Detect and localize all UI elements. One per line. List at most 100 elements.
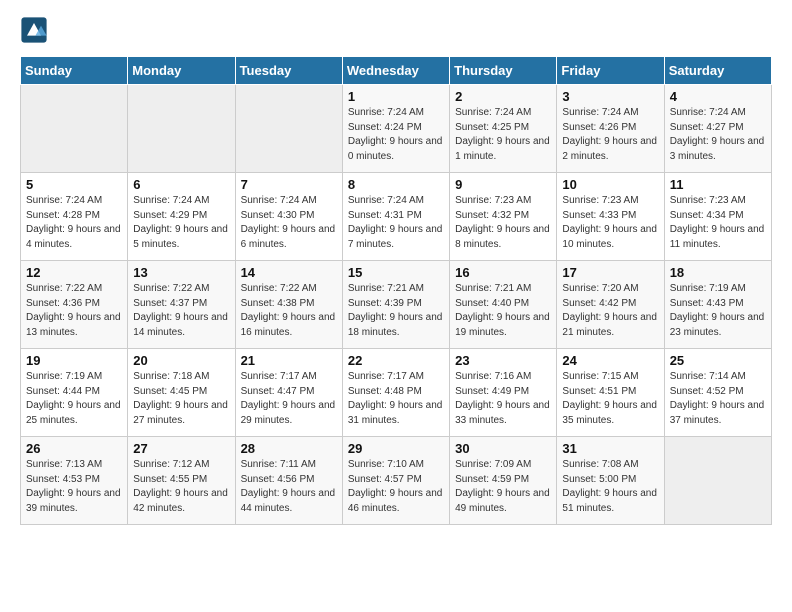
header-cell-thursday: Thursday — [450, 57, 557, 85]
day-cell: 28 Sunrise: 7:11 AMSunset: 4:56 PMDaylig… — [235, 437, 342, 525]
day-cell: 14 Sunrise: 7:22 AMSunset: 4:38 PMDaylig… — [235, 261, 342, 349]
day-number: 22 — [348, 353, 444, 368]
day-info: Sunrise: 7:18 AMSunset: 4:45 PMDaylight:… — [133, 370, 229, 428]
day-info: Sunrise: 7:22 AMSunset: 4:38 PMDaylight:… — [241, 282, 337, 340]
day-number: 27 — [133, 441, 229, 456]
day-cell: 15 Sunrise: 7:21 AMSunset: 4:39 PMDaylig… — [342, 261, 449, 349]
day-info: Sunrise: 7:24 AMSunset: 4:26 PMDaylight:… — [562, 106, 658, 164]
day-number: 8 — [348, 177, 444, 192]
day-cell: 3 Sunrise: 7:24 AMSunset: 4:26 PMDayligh… — [557, 85, 664, 173]
day-info: Sunrise: 7:24 AMSunset: 4:24 PMDaylight:… — [348, 106, 444, 164]
day-number: 5 — [26, 177, 122, 192]
day-cell: 13 Sunrise: 7:22 AMSunset: 4:37 PMDaylig… — [128, 261, 235, 349]
day-info: Sunrise: 7:12 AMSunset: 4:55 PMDaylight:… — [133, 458, 229, 516]
day-cell — [21, 85, 128, 173]
day-number: 28 — [241, 441, 337, 456]
day-cell: 2 Sunrise: 7:24 AMSunset: 4:25 PMDayligh… — [450, 85, 557, 173]
day-info: Sunrise: 7:17 AMSunset: 4:48 PMDaylight:… — [348, 370, 444, 428]
day-cell — [128, 85, 235, 173]
calendar-body: 1 Sunrise: 7:24 AMSunset: 4:24 PMDayligh… — [21, 85, 772, 525]
header-cell-wednesday: Wednesday — [342, 57, 449, 85]
day-info: Sunrise: 7:17 AMSunset: 4:47 PMDaylight:… — [241, 370, 337, 428]
day-info: Sunrise: 7:09 AMSunset: 4:59 PMDaylight:… — [455, 458, 551, 516]
day-info: Sunrise: 7:24 AMSunset: 4:30 PMDaylight:… — [241, 194, 337, 252]
day-cell: 5 Sunrise: 7:24 AMSunset: 4:28 PMDayligh… — [21, 173, 128, 261]
day-cell: 30 Sunrise: 7:09 AMSunset: 4:59 PMDaylig… — [450, 437, 557, 525]
day-info: Sunrise: 7:13 AMSunset: 4:53 PMDaylight:… — [26, 458, 122, 516]
day-info: Sunrise: 7:24 AMSunset: 4:28 PMDaylight:… — [26, 194, 122, 252]
day-number: 17 — [562, 265, 658, 280]
day-info: Sunrise: 7:24 AMSunset: 4:29 PMDaylight:… — [133, 194, 229, 252]
calendar-table: SundayMondayTuesdayWednesdayThursdayFrid… — [20, 56, 772, 525]
day-number: 4 — [670, 89, 766, 104]
day-number: 2 — [455, 89, 551, 104]
day-info: Sunrise: 7:11 AMSunset: 4:56 PMDaylight:… — [241, 458, 337, 516]
day-cell: 1 Sunrise: 7:24 AMSunset: 4:24 PMDayligh… — [342, 85, 449, 173]
day-number: 24 — [562, 353, 658, 368]
day-info: Sunrise: 7:19 AMSunset: 4:43 PMDaylight:… — [670, 282, 766, 340]
day-info: Sunrise: 7:21 AMSunset: 4:40 PMDaylight:… — [455, 282, 551, 340]
day-cell: 4 Sunrise: 7:24 AMSunset: 4:27 PMDayligh… — [664, 85, 771, 173]
day-cell: 6 Sunrise: 7:24 AMSunset: 4:29 PMDayligh… — [128, 173, 235, 261]
day-number: 21 — [241, 353, 337, 368]
day-number: 11 — [670, 177, 766, 192]
calendar-header: SundayMondayTuesdayWednesdayThursdayFrid… — [21, 57, 772, 85]
day-info: Sunrise: 7:16 AMSunset: 4:49 PMDaylight:… — [455, 370, 551, 428]
day-info: Sunrise: 7:21 AMSunset: 4:39 PMDaylight:… — [348, 282, 444, 340]
logo — [20, 16, 52, 44]
day-info: Sunrise: 7:24 AMSunset: 4:27 PMDaylight:… — [670, 106, 766, 164]
day-number: 13 — [133, 265, 229, 280]
day-cell: 17 Sunrise: 7:20 AMSunset: 4:42 PMDaylig… — [557, 261, 664, 349]
header-cell-saturday: Saturday — [664, 57, 771, 85]
day-info: Sunrise: 7:22 AMSunset: 4:37 PMDaylight:… — [133, 282, 229, 340]
day-number: 29 — [348, 441, 444, 456]
day-number: 30 — [455, 441, 551, 456]
day-cell: 23 Sunrise: 7:16 AMSunset: 4:49 PMDaylig… — [450, 349, 557, 437]
logo-icon — [20, 16, 48, 44]
day-number: 14 — [241, 265, 337, 280]
day-cell: 27 Sunrise: 7:12 AMSunset: 4:55 PMDaylig… — [128, 437, 235, 525]
day-cell: 24 Sunrise: 7:15 AMSunset: 4:51 PMDaylig… — [557, 349, 664, 437]
day-number: 6 — [133, 177, 229, 192]
day-number: 10 — [562, 177, 658, 192]
header-cell-friday: Friday — [557, 57, 664, 85]
week-row-3: 12 Sunrise: 7:22 AMSunset: 4:36 PMDaylig… — [21, 261, 772, 349]
day-cell: 18 Sunrise: 7:19 AMSunset: 4:43 PMDaylig… — [664, 261, 771, 349]
day-cell: 29 Sunrise: 7:10 AMSunset: 4:57 PMDaylig… — [342, 437, 449, 525]
week-row-4: 19 Sunrise: 7:19 AMSunset: 4:44 PMDaylig… — [21, 349, 772, 437]
day-number: 3 — [562, 89, 658, 104]
day-info: Sunrise: 7:10 AMSunset: 4:57 PMDaylight:… — [348, 458, 444, 516]
day-info: Sunrise: 7:14 AMSunset: 4:52 PMDaylight:… — [670, 370, 766, 428]
day-number: 23 — [455, 353, 551, 368]
day-number: 15 — [348, 265, 444, 280]
week-row-2: 5 Sunrise: 7:24 AMSunset: 4:28 PMDayligh… — [21, 173, 772, 261]
day-cell — [235, 85, 342, 173]
page-header — [20, 16, 772, 44]
day-cell: 26 Sunrise: 7:13 AMSunset: 4:53 PMDaylig… — [21, 437, 128, 525]
day-cell: 16 Sunrise: 7:21 AMSunset: 4:40 PMDaylig… — [450, 261, 557, 349]
day-info: Sunrise: 7:19 AMSunset: 4:44 PMDaylight:… — [26, 370, 122, 428]
day-number: 9 — [455, 177, 551, 192]
day-info: Sunrise: 7:24 AMSunset: 4:25 PMDaylight:… — [455, 106, 551, 164]
day-cell: 11 Sunrise: 7:23 AMSunset: 4:34 PMDaylig… — [664, 173, 771, 261]
day-info: Sunrise: 7:23 AMSunset: 4:34 PMDaylight:… — [670, 194, 766, 252]
day-info: Sunrise: 7:23 AMSunset: 4:32 PMDaylight:… — [455, 194, 551, 252]
day-cell: 31 Sunrise: 7:08 AMSunset: 5:00 PMDaylig… — [557, 437, 664, 525]
day-info: Sunrise: 7:23 AMSunset: 4:33 PMDaylight:… — [562, 194, 658, 252]
day-info: Sunrise: 7:24 AMSunset: 4:31 PMDaylight:… — [348, 194, 444, 252]
day-cell — [664, 437, 771, 525]
day-number: 20 — [133, 353, 229, 368]
header-row: SundayMondayTuesdayWednesdayThursdayFrid… — [21, 57, 772, 85]
day-number: 25 — [670, 353, 766, 368]
day-info: Sunrise: 7:20 AMSunset: 4:42 PMDaylight:… — [562, 282, 658, 340]
day-cell: 21 Sunrise: 7:17 AMSunset: 4:47 PMDaylig… — [235, 349, 342, 437]
header-cell-sunday: Sunday — [21, 57, 128, 85]
day-info: Sunrise: 7:08 AMSunset: 5:00 PMDaylight:… — [562, 458, 658, 516]
day-info: Sunrise: 7:22 AMSunset: 4:36 PMDaylight:… — [26, 282, 122, 340]
day-cell: 19 Sunrise: 7:19 AMSunset: 4:44 PMDaylig… — [21, 349, 128, 437]
day-number: 16 — [455, 265, 551, 280]
day-number: 19 — [26, 353, 122, 368]
week-row-5: 26 Sunrise: 7:13 AMSunset: 4:53 PMDaylig… — [21, 437, 772, 525]
day-cell: 25 Sunrise: 7:14 AMSunset: 4:52 PMDaylig… — [664, 349, 771, 437]
header-cell-monday: Monday — [128, 57, 235, 85]
